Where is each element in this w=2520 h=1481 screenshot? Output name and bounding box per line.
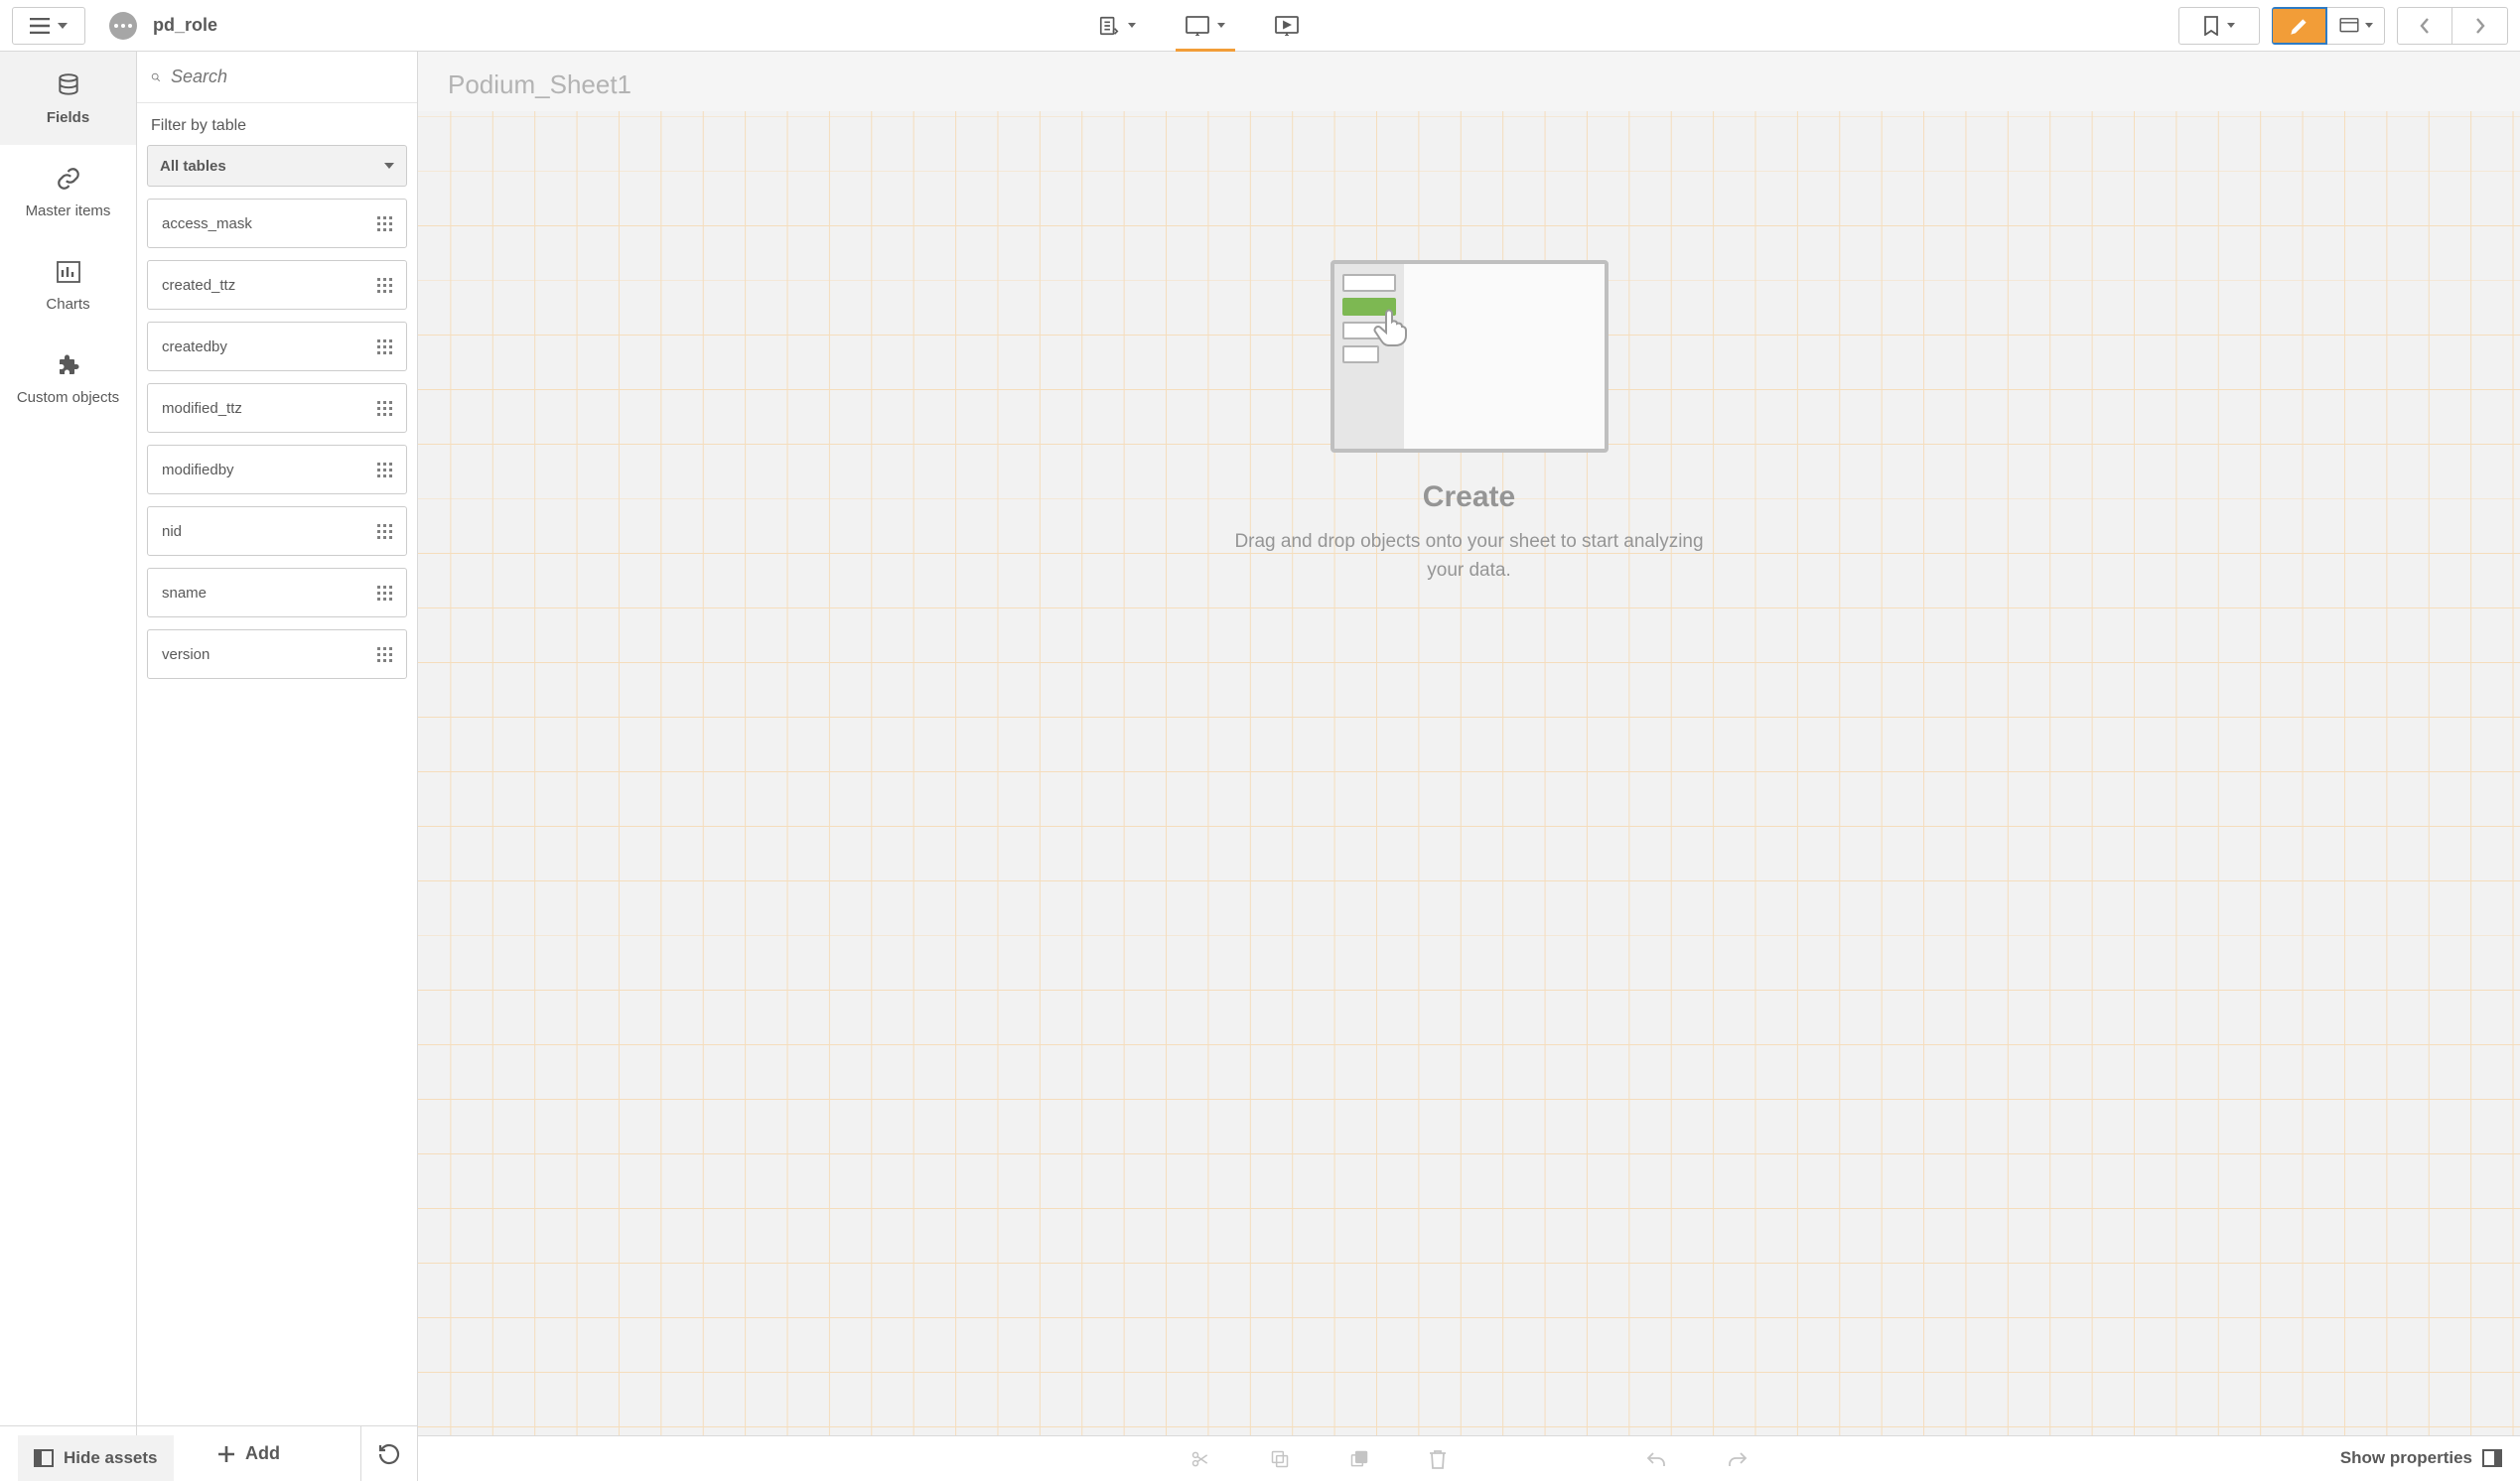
panel-right-icon <box>2482 1449 2502 1467</box>
copy-button[interactable] <box>1270 1449 1290 1469</box>
rail-master-items[interactable]: Master items <box>0 145 136 238</box>
field-item[interactable]: sname <box>147 568 407 617</box>
rail-fields[interactable]: Fields <box>0 52 136 145</box>
field-label: modified_ttz <box>162 400 242 417</box>
app-logo-icon <box>109 12 137 40</box>
rail-charts[interactable]: Charts <box>0 238 136 332</box>
field-label: createdby <box>162 338 227 355</box>
redo-button[interactable] <box>1727 1449 1749 1469</box>
delete-button[interactable] <box>1429 1449 1447 1469</box>
top-toolbar: pd_role <box>0 0 2520 52</box>
refresh-icon <box>377 1442 401 1466</box>
canvas-area: Podium_Sheet1 Creat <box>418 52 2520 1481</box>
cut-button[interactable] <box>1190 1449 1210 1469</box>
edit-toolbar <box>418 1435 2520 1481</box>
sheet-title[interactable]: Podium_Sheet1 <box>418 52 2520 111</box>
rail-custom-objects[interactable]: Custom objects <box>0 332 136 425</box>
bar-chart-icon <box>57 258 80 286</box>
trash-icon <box>1429 1449 1447 1469</box>
filter-by-table-label: Filter by table <box>137 103 417 145</box>
field-label: nid <box>162 523 182 540</box>
data-manager-button[interactable] <box>1098 15 1136 37</box>
link-icon <box>56 165 81 193</box>
prev-sheet-button[interactable] <box>2397 7 2452 45</box>
field-label: sname <box>162 585 207 602</box>
drag-handle-icon <box>377 216 392 231</box>
rail-label: Fields <box>47 109 89 126</box>
paste-button[interactable] <box>1349 1449 1369 1469</box>
placeholder-title: Create <box>1221 480 1718 514</box>
placeholder-illustration <box>1330 260 1609 453</box>
placeholder-subtitle: Drag and drop objects onto your sheet to… <box>1221 528 1718 585</box>
database-icon <box>56 71 81 99</box>
hand-pointer-icon <box>1372 308 1410 347</box>
undo-icon <box>1645 1449 1667 1469</box>
sheet-view-button[interactable] <box>1186 16 1225 36</box>
field-item[interactable]: created_ttz <box>147 260 407 310</box>
canvas-grid[interactable]: Create Drag and drop objects onto your s… <box>418 111 2520 1435</box>
drag-handle-icon <box>377 339 392 354</box>
rail-label: Charts <box>46 296 89 313</box>
field-list: access_mask created_ttz createdby modified_… <box>137 199 417 1425</box>
field-item[interactable]: modifiedby <box>147 445 407 494</box>
field-item[interactable]: access_mask <box>147 199 407 248</box>
drag-handle-icon <box>377 278 392 293</box>
field-item[interactable]: createdby <box>147 322 407 371</box>
drag-handle-icon <box>377 524 392 539</box>
field-item[interactable]: nid <box>147 506 407 556</box>
bookmarks-button[interactable] <box>2178 7 2260 45</box>
copy-icon <box>1270 1449 1290 1469</box>
left-rail: Fields Master items Charts Custom object… <box>0 52 137 1481</box>
undo-button[interactable] <box>1645 1449 1667 1469</box>
field-item[interactable]: version <box>147 629 407 679</box>
empty-sheet-placeholder: Create Drag and drop objects onto your s… <box>1221 260 1718 585</box>
hide-assets-button[interactable]: Hide assets <box>18 1435 174 1481</box>
drag-handle-icon <box>377 401 392 416</box>
drag-handle-icon <box>377 647 392 662</box>
panel-left-icon <box>34 1449 54 1467</box>
show-properties-label: Show properties <box>2340 1448 2472 1468</box>
edit-mode-button[interactable] <box>2272 7 2327 45</box>
field-label: created_ttz <box>162 277 235 294</box>
global-menu-button[interactable] <box>12 7 85 45</box>
add-label: Add <box>245 1443 280 1464</box>
rail-label: Custom objects <box>17 389 119 406</box>
sheet-nav-dropdown[interactable] <box>2327 7 2385 45</box>
plus-icon <box>217 1445 235 1463</box>
hide-assets-label: Hide assets <box>64 1448 158 1468</box>
assets-search-input[interactable] <box>171 67 403 87</box>
table-filter-dropdown[interactable]: All tables <box>147 145 407 187</box>
app-title: pd_role <box>153 15 217 36</box>
assets-panel: Filter by table All tables access_maskcr… <box>137 52 418 1481</box>
scissors-icon <box>1190 1449 1210 1469</box>
field-label: access_mask <box>162 215 252 232</box>
paste-icon <box>1349 1449 1369 1469</box>
refresh-fields-button[interactable] <box>361 1426 417 1481</box>
drag-handle-icon <box>377 586 392 601</box>
field-label: modifiedby <box>162 462 234 478</box>
story-view-button[interactable] <box>1275 16 1299 36</box>
search-icon <box>151 67 161 88</box>
field-item[interactable]: modified_ttz <box>147 383 407 433</box>
puzzle-icon <box>57 351 80 379</box>
show-properties-button[interactable]: Show properties <box>2340 1448 2502 1468</box>
rail-label: Master items <box>26 202 111 219</box>
field-label: version <box>162 646 210 663</box>
next-sheet-button[interactable] <box>2452 7 2508 45</box>
drag-handle-icon <box>377 463 392 477</box>
redo-icon <box>1727 1449 1749 1469</box>
table-filter-value: All tables <box>160 158 226 175</box>
